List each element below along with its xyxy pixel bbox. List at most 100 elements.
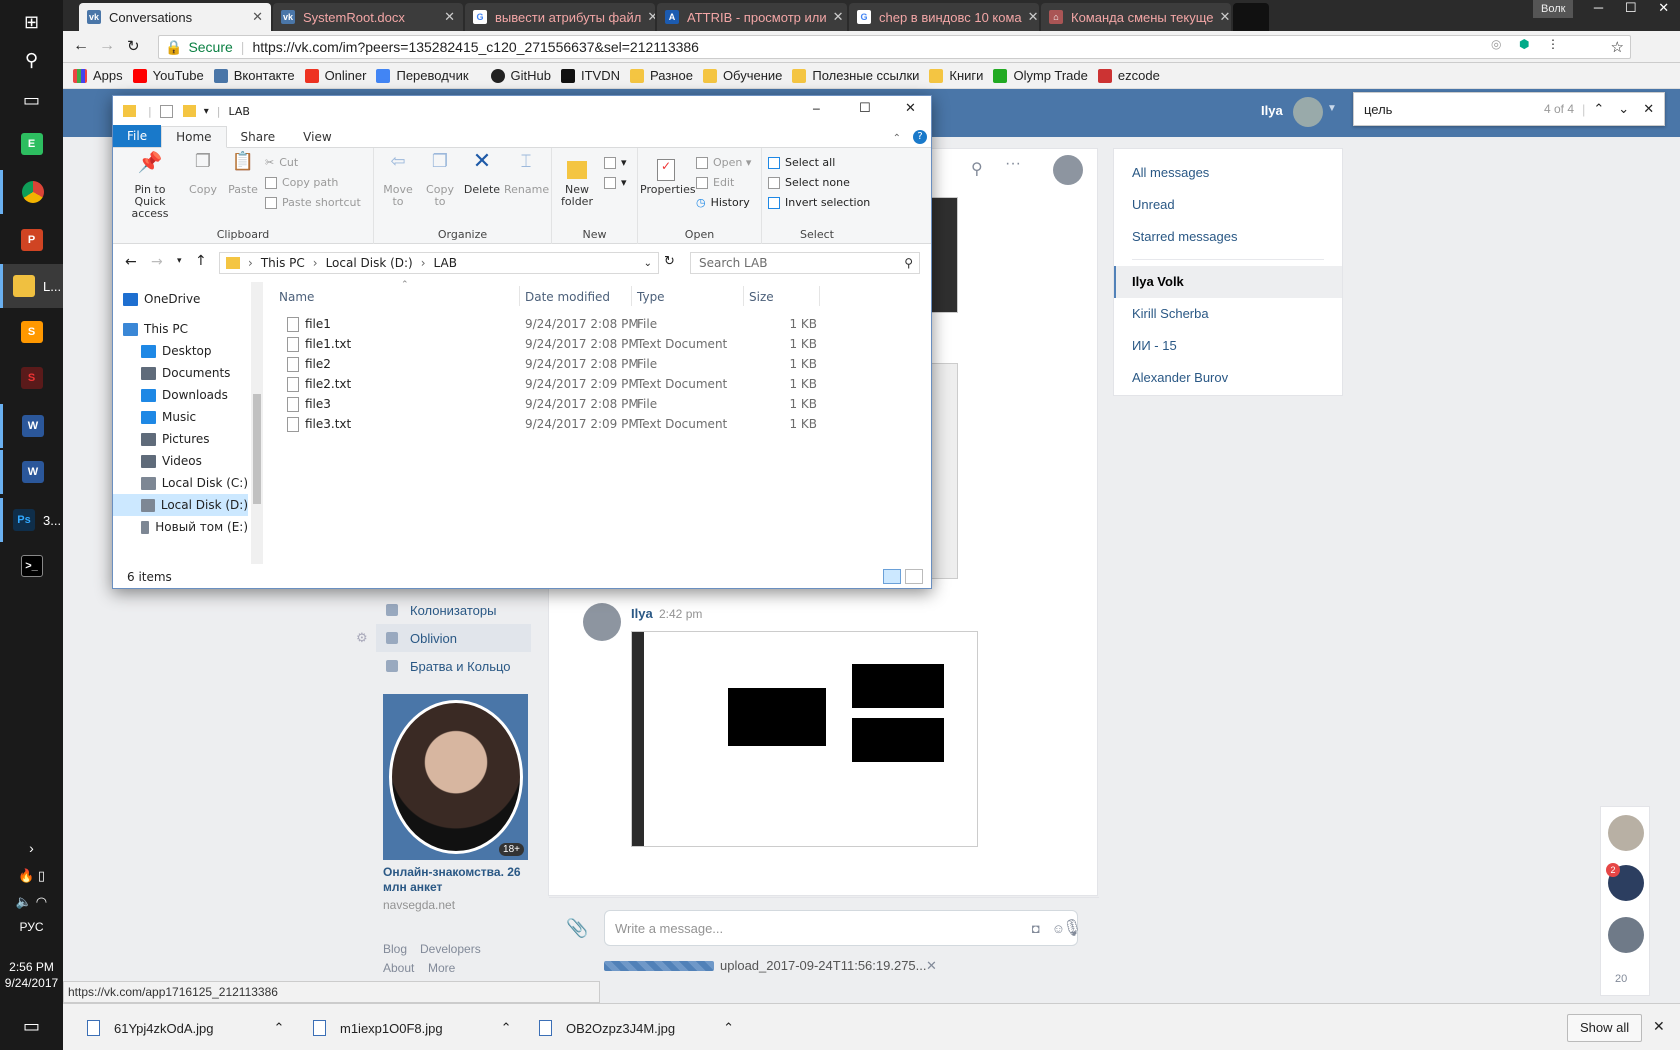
omnibox[interactable]: 🔒 Secure | https://vk.com/im?peers=13528… (158, 35, 1631, 59)
menu-icon[interactable]: ⋮ (1547, 37, 1559, 51)
message-author[interactable]: Ilya (631, 606, 653, 621)
tree-item[interactable]: OneDrive (113, 288, 248, 310)
tab-home[interactable]: Home (161, 126, 227, 148)
tab-attrib[interactable]: A ATTRIB - просмотр или ✕ (657, 3, 847, 31)
rename-button[interactable]: ⌶ Rename (504, 153, 549, 196)
word-icon[interactable]: W (0, 404, 63, 448)
avatar[interactable] (1293, 97, 1323, 127)
sublime-icon[interactable]: S (0, 310, 63, 354)
ad-image[interactable]: 18+ (383, 694, 528, 860)
close-icon[interactable]: ✕ (438, 9, 455, 25)
volume-icon[interactable]: 🔈 ◠ (0, 890, 63, 914)
footer-link-about[interactable]: About (383, 961, 414, 975)
tab-view[interactable]: View (289, 127, 345, 147)
close-icon[interactable]: ✕ (246, 9, 263, 25)
bookmark-ezcode[interactable]: ezcode (1097, 68, 1160, 83)
tree-item[interactable]: Desktop (113, 340, 248, 362)
tray-icons[interactable]: 🔥 ▯ (0, 864, 63, 888)
tree-item[interactable]: Новый том (E:) (113, 516, 248, 538)
large-icons-view-icon[interactable] (905, 569, 923, 584)
new-folder-button[interactable]: New folder (556, 156, 598, 208)
chevron-up-icon[interactable]: ⌃ (274, 1020, 285, 1036)
tree-item[interactable]: Pictures (113, 428, 248, 450)
breadcrumb[interactable]: › This PC › Local Disk (D:) › LAB ⌄ (219, 252, 659, 274)
paste-button[interactable]: 📋 Paste (223, 153, 263, 196)
tab-file[interactable]: File (113, 125, 162, 147)
image-attachment[interactable] (631, 631, 978, 847)
nav-item-bratva[interactable]: Братва и Кольцо (376, 652, 531, 680)
column-size[interactable]: Size (749, 290, 774, 304)
filter-unread[interactable]: Unread (1114, 189, 1342, 221)
breadcrumb-this-pc[interactable]: This PC (261, 256, 305, 270)
footer-link-more[interactable]: More (428, 961, 455, 975)
tree-item[interactable]: Videos (113, 450, 248, 472)
dialog-ii-15[interactable]: ИИ - 15 (1114, 330, 1342, 362)
footer-link-developers[interactable]: Developers (420, 942, 481, 956)
move-to-button[interactable]: ⇦ Move to (378, 153, 418, 208)
maximize-icon[interactable]: ☐ (1625, 0, 1637, 20)
minimize-icon[interactable]: ─ (813, 103, 820, 116)
find-input[interactable]: цель (1364, 102, 1514, 117)
bookmark-folder-books[interactable]: Книги (929, 68, 983, 83)
powerpoint-icon[interactable]: P (0, 218, 63, 262)
file-row[interactable]: file2.txt 9/24/2017 2:09 PM Text Document 1… (269, 374, 849, 394)
minimize-icon[interactable]: ─ (1594, 0, 1603, 20)
contact-avatar[interactable] (1608, 815, 1644, 851)
easy-access-button[interactable]: ▾ (604, 176, 627, 189)
search-icon[interactable]: ⚲ (0, 38, 63, 82)
tab-conversations[interactable]: vk Conversations ✕ (79, 3, 271, 31)
bookmark-olymp[interactable]: Olymp Trade (993, 68, 1088, 83)
message-time[interactable]: 2:42 pm (659, 607, 702, 621)
close-icon[interactable]: ✕ (926, 958, 937, 974)
delete-button[interactable]: ✕ Delete (462, 151, 502, 196)
bookmark-folder-links[interactable]: Полезные ссылки (792, 68, 919, 83)
copy-button[interactable]: ❐ Copy (183, 153, 223, 196)
message-avatar[interactable] (583, 603, 621, 641)
up-icon[interactable]: ↑ (195, 253, 207, 269)
reload-icon[interactable]: ↻ (127, 37, 140, 55)
evernote-icon[interactable]: E (0, 122, 63, 166)
app-s-icon[interactable]: S (0, 356, 63, 400)
chrome-icon[interactable] (0, 170, 63, 214)
profile-name[interactable]: Волк (1533, 0, 1574, 18)
bookmark-github[interactable]: GitHub (490, 68, 551, 83)
tree-item[interactable]: This PC (113, 318, 248, 340)
history-button[interactable]: ◷ History (696, 196, 750, 209)
file-row[interactable]: file3.txt 9/24/2017 2:09 PM Text Document 1… (269, 414, 849, 434)
refresh-icon[interactable]: ↻ (664, 254, 675, 269)
chevron-up-icon[interactable]: ⌃ (501, 1020, 512, 1036)
tree-item[interactable]: Downloads (113, 384, 248, 406)
back-icon[interactable]: ← (125, 254, 137, 270)
bookmark-folder-misc[interactable]: Разное (630, 68, 693, 83)
gear-icon[interactable]: ⚙ (356, 630, 368, 646)
close-icon[interactable]: ✕ (1653, 1018, 1665, 1035)
task-view-icon[interactable]: ▭ (0, 78, 63, 122)
tree-item[interactable]: Local Disk (D:) (113, 494, 248, 516)
ad-title[interactable]: Онлайн-знакомства. 26 млн анкет (383, 865, 533, 895)
close-icon[interactable]: ✕ (1643, 101, 1654, 117)
show-all-button[interactable]: Show all (1567, 1014, 1643, 1042)
download-item[interactable]: 61Ypj4zkOdA.jpg ⌃ (87, 1012, 284, 1044)
extension-icon[interactable]: ◎ (1491, 37, 1501, 51)
close-icon[interactable]: ✕ (905, 101, 916, 116)
new-tab-button[interactable] (1233, 3, 1269, 31)
file-row[interactable]: file2 9/24/2017 2:08 PM File 1 KB (269, 354, 849, 374)
chevron-down-icon[interactable]: ▼ (1327, 103, 1337, 114)
camera-icon[interactable]: ◘ (1032, 921, 1040, 936)
find-prev-icon[interactable]: ⌃ (1593, 101, 1604, 117)
select-all-button[interactable]: Select all (768, 156, 835, 169)
bookmark-onliner[interactable]: Onliner (304, 68, 366, 83)
scrollbar[interactable] (251, 282, 263, 564)
column-name[interactable]: Name (279, 290, 314, 304)
footer-link-blog[interactable]: Blog (383, 942, 407, 956)
copy-to-button[interactable]: ❐ Copy to (420, 153, 460, 208)
new-item-button[interactable]: ▾ (604, 156, 627, 169)
close-icon[interactable]: ✕ (827, 9, 844, 25)
file-row[interactable]: file1 9/24/2017 2:08 PM File 1 KB (269, 314, 849, 334)
url-text[interactable]: https://vk.com/im?peers=135282415_c120_2… (252, 39, 699, 55)
ad-domain[interactable]: navsegda.net (383, 898, 455, 912)
dialog-kirill-scherba[interactable]: Kirill Scherba (1114, 298, 1342, 330)
chevron-down-icon[interactable]: ⌄ (644, 258, 652, 269)
user-name[interactable]: Ilya (1261, 103, 1283, 118)
search-input[interactable]: Search LAB ⚲ (690, 252, 920, 274)
